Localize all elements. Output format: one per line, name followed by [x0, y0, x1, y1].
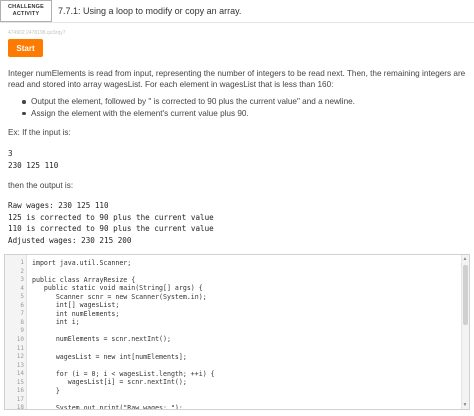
code-text[interactable]: numElements = scnr.nextInt(); — [32, 335, 171, 343]
instruction-item: Assign the element with the element's cu… — [22, 108, 462, 120]
instruction-item: Output the element, followed by " is cor… — [22, 96, 462, 108]
line-number: 17 — [16, 395, 24, 403]
scrollbar-thumb[interactable] — [463, 265, 468, 325]
code-text[interactable]: int[] wagesList; — [32, 301, 120, 309]
example-output-line: Raw wages: 230 125 110 — [8, 201, 109, 210]
challenge-activity-badge: CHALLENGE ACTIVITY — [0, 0, 52, 22]
line-number: 1 — [20, 259, 24, 266]
line-number: 2 — [20, 267, 24, 275]
code-text[interactable]: } — [32, 387, 60, 395]
code-text[interactable]: int i; — [32, 318, 80, 326]
code-text[interactable]: wagesList = new int[numElements]; — [32, 353, 187, 361]
line-number: 14 — [16, 370, 24, 378]
activity-header: CHALLENGE ACTIVITY 7.7.1: Using a loop t… — [0, 0, 474, 22]
line-number: 8 — [20, 318, 24, 326]
activity-id: 474902.2478198.qx3zqy7 — [8, 30, 66, 36]
instruction-list: Output the element, followed by " is cor… — [22, 96, 462, 119]
code-text[interactable]: Scanner scnr = new Scanner(System.in); — [32, 293, 207, 301]
code-text[interactable]: public static void main(String[] args) { — [32, 284, 203, 292]
line-number: 16 — [16, 387, 24, 395]
activity-title: 7.7.1: Using a loop to modify or copy an… — [58, 6, 242, 16]
code-text[interactable]: System.out.print("Raw wages: "); — [32, 404, 183, 409]
code-text[interactable]: int numElements; — [32, 310, 120, 318]
scroll-up-arrow-icon[interactable]: ▲ — [462, 256, 468, 262]
line-number: 11 — [16, 344, 24, 352]
badge-line-2: ACTIVITY — [12, 11, 40, 17]
code-text[interactable]: for (i = 0; i < wagesList.length; ++i) { — [32, 370, 215, 378]
code-text[interactable]: public class ArrayResize { — [32, 276, 135, 284]
line-number: 6 — [20, 301, 24, 309]
line-number: 10 — [16, 335, 24, 343]
code-line[interactable]: 18 System.out.print("Raw wages: "); — [5, 403, 461, 410]
example-output-line: 110 is corrected to 90 plus the current … — [8, 224, 214, 233]
start-button[interactable]: Start — [8, 39, 43, 57]
example-output-line: Adjusted wages: 230 215 200 — [8, 236, 132, 245]
example-input-line: 3 — [8, 149, 13, 158]
line-number: 5 — [20, 293, 24, 301]
badge-line-1: CHALLENGE — [7, 4, 45, 10]
line-number: 7 — [20, 310, 24, 318]
code-text[interactable]: wagesList[i] = scnr.nextInt(); — [32, 378, 187, 386]
header-divider — [0, 22, 474, 23]
example-input-label: Ex: If the input is: — [8, 128, 71, 137]
editor-scrollbar[interactable]: ▲ ▼ — [461, 255, 469, 409]
code-text[interactable]: import java.util.Scanner; — [32, 259, 131, 267]
line-number: 3 — [20, 276, 24, 284]
line-number: 15 — [16, 378, 24, 386]
line-number: 13 — [16, 361, 24, 369]
line-number: 18 — [16, 404, 24, 410]
line-number: 4 — [20, 284, 24, 292]
example-output-label: then the output is: — [8, 181, 74, 190]
code-editor[interactable]: 1 import java.util.Scanner; 2 3 public class… — [4, 254, 470, 410]
scroll-down-arrow-icon[interactable]: ▼ — [462, 402, 468, 408]
line-number: 9 — [20, 327, 24, 335]
prompt-text: Integer numElements is read from input, … — [8, 69, 466, 89]
line-number: 12 — [16, 353, 24, 361]
example-input-line: 230 125 110 — [8, 161, 59, 170]
